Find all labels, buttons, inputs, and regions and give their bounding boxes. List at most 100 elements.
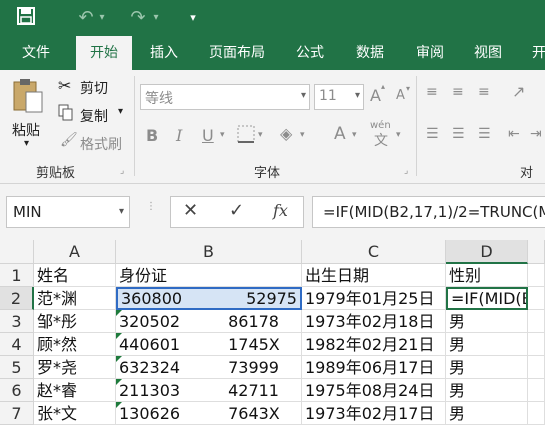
align-right-icon[interactable]: ☰ — [478, 126, 491, 142]
tab-formulas[interactable]: 公式 — [284, 36, 336, 70]
cell-d3[interactable]: 男 — [446, 310, 528, 333]
format-painter-button[interactable]: 格式刷 — [80, 134, 122, 154]
cell-d6[interactable]: 男 — [446, 379, 528, 402]
cell-e4[interactable] — [528, 333, 545, 356]
cell-b7[interactable]: 130626 7643X — [116, 402, 302, 425]
fill-color-dropdown-icon[interactable]: ▾ — [300, 130, 305, 140]
font-launcher-icon[interactable]: ⌟ — [404, 166, 408, 176]
name-box-dropdown-icon[interactable]: ▾ — [119, 197, 124, 227]
cell-d2-active[interactable]: =IF(MID(B — [446, 287, 528, 310]
increase-indent-icon[interactable]: ⇥ — [530, 126, 542, 142]
name-box[interactable]: MIN ▾ — [6, 196, 130, 228]
bold-button[interactable]: B — [146, 126, 158, 145]
cell-a4[interactable]: 顾*然 — [34, 333, 116, 356]
underline-button[interactable]: U — [202, 126, 214, 145]
cell-d7[interactable]: 男 — [446, 402, 528, 425]
cell-a2[interactable]: 范*渊 — [34, 287, 116, 310]
cell-e2[interactable] — [528, 287, 545, 310]
cut-icon[interactable]: ✂ — [58, 76, 71, 95]
fill-color-icon[interactable]: ◈ — [280, 124, 292, 143]
column-header-d[interactable]: D — [446, 240, 528, 264]
cell-c7[interactable]: 1973年02月17日 — [302, 402, 446, 425]
tab-home[interactable]: 开始 — [76, 36, 132, 70]
cell-d5[interactable]: 男 — [446, 356, 528, 379]
align-center-icon[interactable]: ☰ — [452, 126, 465, 142]
copy-dropdown-icon[interactable]: ▾ — [118, 106, 123, 117]
column-header-c[interactable]: C — [302, 240, 446, 264]
tab-file[interactable]: 文件 — [10, 36, 62, 70]
cell-e1[interactable] — [528, 264, 545, 287]
cell-b6[interactable]: 211303 42711 — [116, 379, 302, 402]
format-painter-icon[interactable]: 🖌 — [60, 132, 78, 148]
cell-c5[interactable]: 1989年06月17日 — [302, 356, 446, 379]
cell-c2[interactable]: 1979年01月25日 — [302, 287, 446, 310]
copy-icon[interactable] — [58, 104, 74, 126]
orientation-icon[interactable]: ↗ — [512, 82, 525, 101]
customize-qat-icon[interactable]: ▾ — [186, 6, 200, 30]
font-name-select[interactable]: 等线 ▾ — [140, 84, 310, 110]
cancel-icon[interactable]: ✕ — [183, 200, 198, 221]
column-header-e[interactable] — [528, 240, 545, 264]
paste-dropdown-icon[interactable]: ▾ — [24, 138, 29, 149]
font-color-dropdown-icon[interactable]: ▾ — [352, 130, 357, 140]
borders-dropdown-icon[interactable]: ▾ — [258, 130, 263, 140]
cell-a6[interactable]: 赵*睿 — [34, 379, 116, 402]
grow-font-button[interactable]: A — [370, 86, 381, 105]
align-left-icon[interactable]: ☰ — [426, 126, 439, 142]
error-indicator-icon[interactable] — [116, 333, 122, 339]
cell-e3[interactable] — [528, 310, 545, 333]
cell-b1[interactable]: 身份证 — [116, 264, 302, 287]
row-header[interactable]: 1 — [0, 264, 34, 287]
tab-more[interactable]: 开 — [524, 36, 545, 70]
cell-e7[interactable] — [528, 402, 545, 425]
cell-b5[interactable]: 632324 73999 — [116, 356, 302, 379]
tab-insert[interactable]: 插入 — [138, 36, 190, 70]
underline-dropdown-icon[interactable]: ▾ — [220, 130, 225, 140]
italic-button[interactable]: I — [176, 126, 182, 145]
row-header[interactable]: 6 — [0, 379, 34, 402]
row-header[interactable]: 7 — [0, 402, 34, 425]
row-header[interactable]: 5 — [0, 356, 34, 379]
cell-d1[interactable]: 性别 — [446, 264, 528, 287]
align-middle-icon[interactable]: ≡ — [452, 84, 464, 100]
cell-a5[interactable]: 罗*尧 — [34, 356, 116, 379]
cell-e5[interactable] — [528, 356, 545, 379]
font-size-select[interactable]: 11 ▾ — [314, 84, 364, 110]
undo-dropdown-icon[interactable]: ▾ — [96, 6, 108, 30]
formula-input[interactable]: =IF(MID(B2,17,1)/2=TRUNC(MID(B2,17,1)/2)… — [312, 196, 545, 228]
error-indicator-icon[interactable] — [116, 402, 122, 408]
row-header[interactable]: 4 — [0, 333, 34, 356]
align-bottom-icon[interactable]: ≡ — [478, 84, 490, 100]
select-all-corner[interactable] — [0, 240, 34, 264]
phonetic-dropdown-icon[interactable]: ▾ — [396, 130, 401, 140]
borders-icon[interactable] — [236, 124, 256, 148]
save-icon[interactable] — [14, 6, 38, 30]
column-header-a[interactable]: A — [34, 240, 116, 264]
tab-view[interactable]: 视图 — [462, 36, 514, 70]
cell-c6[interactable]: 1975年08月24日 — [302, 379, 446, 402]
error-indicator-icon[interactable] — [116, 379, 122, 385]
cell-b2-referenced[interactable]: 360800 52975 — [116, 287, 302, 310]
enter-icon[interactable]: ✓ — [229, 200, 244, 221]
align-top-icon[interactable]: ≡ — [426, 84, 438, 100]
redo-icon[interactable]: ↷ — [126, 6, 150, 30]
cell-b4[interactable]: 440601 1745X — [116, 333, 302, 356]
cell-a3[interactable]: 邹*彤 — [34, 310, 116, 333]
clipboard-launcher-icon[interactable]: ⌟ — [120, 166, 124, 176]
decrease-indent-icon[interactable]: ⇤ — [508, 126, 520, 142]
shrink-font-button[interactable]: A — [396, 88, 405, 103]
font-size-dropdown-icon[interactable]: ▾ — [355, 90, 360, 101]
cell-b3[interactable]: 320502 86178 — [116, 310, 302, 333]
error-indicator-icon[interactable] — [116, 310, 122, 316]
tab-review[interactable]: 审阅 — [404, 36, 456, 70]
redo-dropdown-icon[interactable]: ▾ — [150, 6, 162, 30]
paste-icon[interactable] — [12, 78, 44, 114]
cell-c1[interactable]: 出生日期 — [302, 264, 446, 287]
cell-a1[interactable]: 姓名 — [34, 264, 116, 287]
cut-button[interactable]: 剪切 — [80, 78, 108, 98]
cell-a7[interactable]: 张*文 — [34, 402, 116, 425]
error-indicator-icon[interactable] — [116, 356, 122, 362]
cell-c4[interactable]: 1982年02月21日 — [302, 333, 446, 356]
row-header[interactable]: 3 — [0, 310, 34, 333]
tab-page-layout[interactable]: 页面布局 — [198, 36, 276, 70]
